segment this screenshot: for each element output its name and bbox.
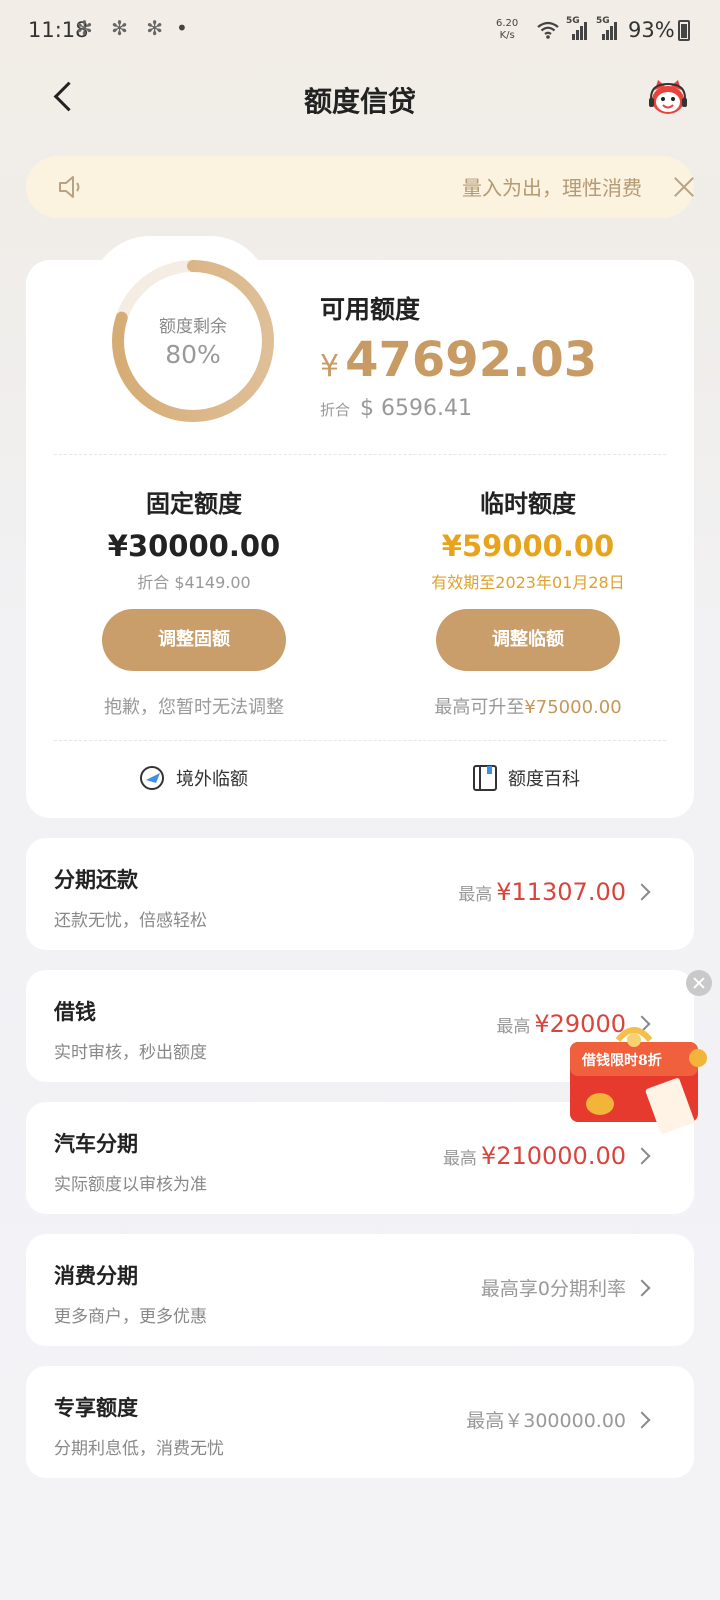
fixed-credit-usd: 折合 $4149.00 [137,573,251,592]
chevron-right-icon [633,1147,651,1165]
adjust-fixed-button[interactable]: 调整固额 [102,609,286,671]
red-envelope-icon [570,1027,707,1134]
wifi-icon [537,21,559,39]
page-title: 额度信贷 [303,85,416,118]
notification-dot: • [176,16,188,40]
available-usd: 折合 $ 6596.41 [320,396,472,421]
remaining-ring: 额度剩余 80% [108,256,278,426]
header: 额度信贷 [0,64,720,134]
available-title: 可用额度 [320,295,421,324]
borrow-discount-promo[interactable]: 借钱限时8折 [560,1022,716,1146]
book-icon [473,765,497,791]
temp-credit-amount: ¥59000.00 [441,529,615,563]
divider [54,454,666,455]
overseas-temp-link[interactable]: 境外临额 [138,764,248,792]
ring-value: 80% [165,340,221,369]
status-bar: 11:18 ✻ ✻ ✻ • 6.20 K/s 5G 5G 93% [0,0,720,64]
plane-globe-icon [140,766,164,790]
adjust-temp-button[interactable]: 调整临额 [436,609,620,671]
consumer-installment-card[interactable]: 消费分期 更多商户，更多优惠 最高享0分期利率 [26,1234,694,1346]
fixed-credit-note: 抱歉，您暂时无法调整 [104,697,284,718]
signal-icons: 5G 5G [536,16,620,40]
exclusive-credit-card[interactable]: 专享额度 分期利息低，消费无忧 最高￥300000.00 [26,1366,694,1478]
temp-credit-column: 临时额度 ¥59000.00 有效期至2023年01月28日 调整临额 最高可升… [378,484,678,719]
notification-icons: ✻ ✻ ✻ [76,16,169,40]
ring-label: 额度剩余 [159,317,227,337]
signal-1-icon: 5G [566,16,590,40]
notice-text: 量入为出，理性消费 [462,176,642,200]
temp-credit-note: 最高可升至¥75000.00 [434,697,622,718]
temp-credit-validity: 有效期至2023年01月28日 [431,573,625,592]
temp-credit-title: 临时额度 [480,490,576,518]
chevron-right-icon [633,1411,651,1429]
promo-close-button[interactable] [686,970,712,996]
signal-2-icon: 5G [596,16,620,40]
available-amount: ¥47692.03 [320,332,598,388]
notice-banner: 量入为出，理性消费 [26,156,694,218]
installment-repay-card[interactable]: 分期还款 还款无忧，倍感轻松 最高 ¥11307.00 [26,838,694,950]
fixed-credit-title: 固定额度 [146,490,242,518]
chevron-right-icon [633,883,651,901]
speaker-icon [59,176,80,198]
fixed-credit-column: 固定额度 ¥30000.00 折合 $4149.00 调整固额 抱歉，您暂时无法… [44,484,344,719]
credit-wiki-link[interactable]: 额度百科 [472,764,580,792]
battery-icon [678,20,690,41]
divider [54,740,666,741]
chevron-right-icon [633,1279,651,1297]
fixed-credit-amount: ¥30000.00 [107,529,281,563]
net-speed: 6.20 K/s [496,18,519,41]
battery-percent: 93% [628,18,675,42]
notice-close-button[interactable] [670,172,700,202]
mascot-icon[interactable] [646,76,690,120]
